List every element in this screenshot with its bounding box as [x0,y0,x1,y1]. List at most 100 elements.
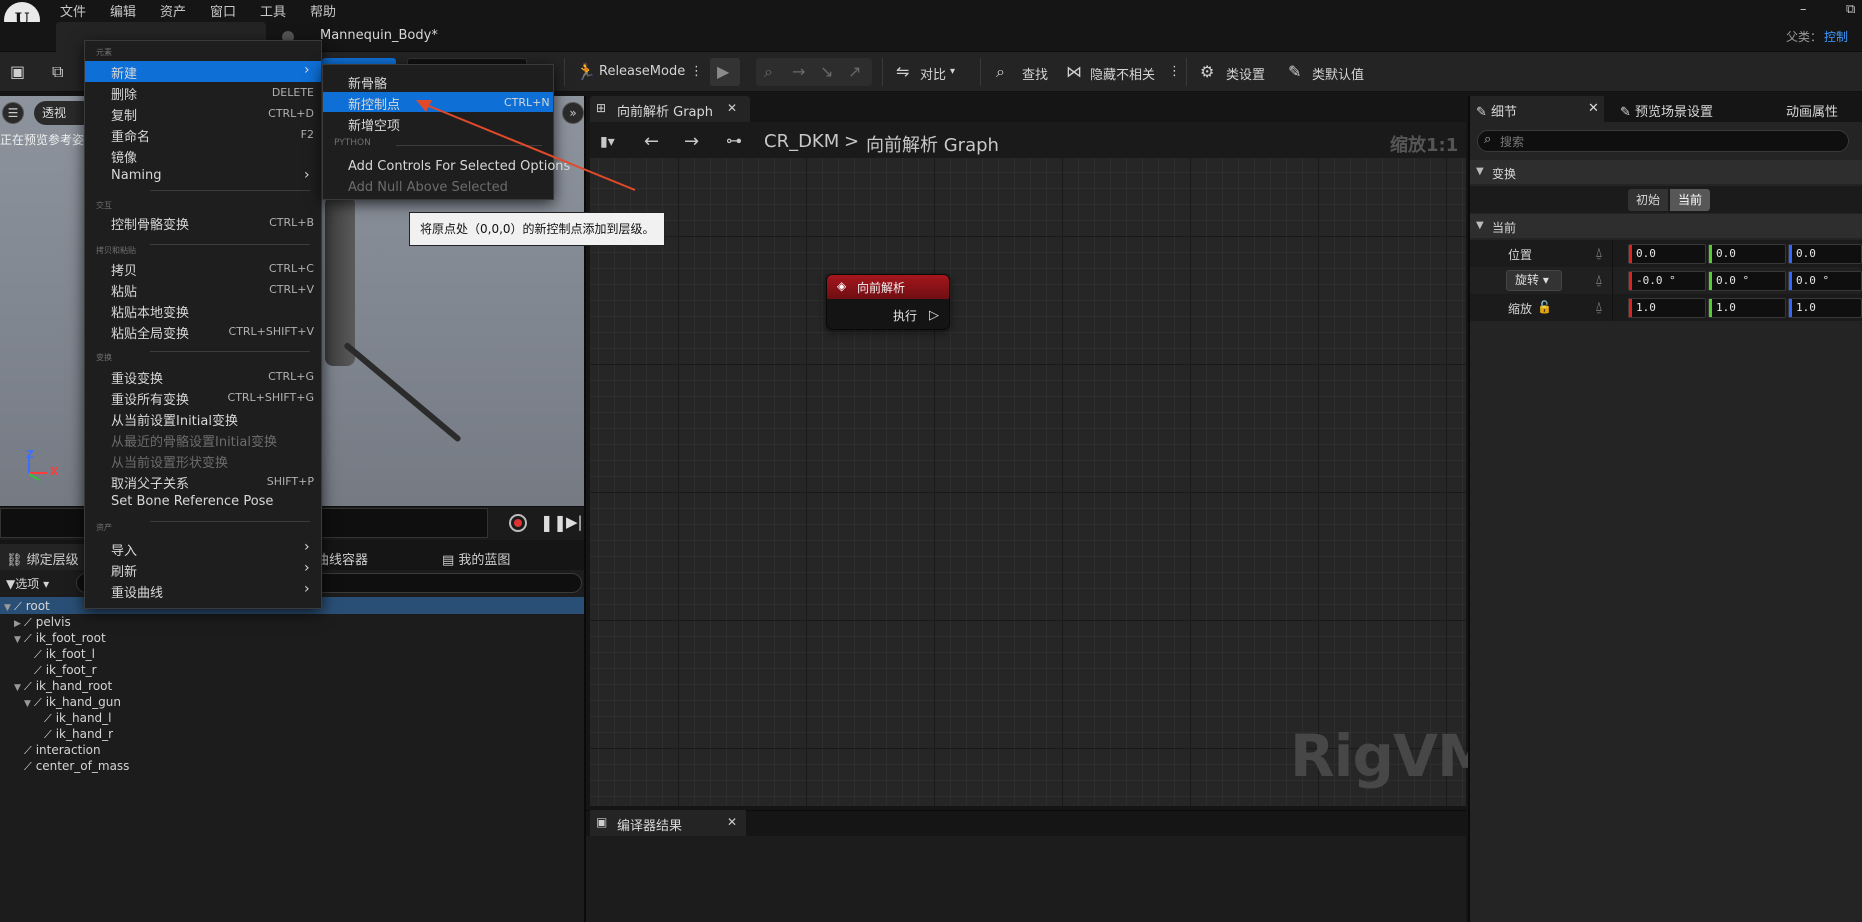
tree-item[interactable]: ⟋ ik_hand_r [34,727,113,742]
back-arrow-icon[interactable]: ← [644,131,659,152]
tree-item[interactable]: ▶ ⟋ pelvis [14,615,71,630]
context-menu-item[interactable]: 重设曲线 [111,582,163,601]
rotation-x-field[interactable]: -0.0 ° [1628,271,1706,291]
submenu-item-new-control[interactable]: 新控制点 [348,94,400,113]
breadcrumb-root[interactable]: CR_DKM [764,131,839,152]
tab-rig-hierarchy[interactable]: ⛓ 绑定层级 [6,549,79,568]
category-current[interactable] [1470,214,1862,238]
compiler-results-label[interactable]: 编译器结果 [617,815,682,834]
scale-z-field[interactable]: 1.0 [1788,298,1862,318]
tree-item[interactable]: ▼ ⟋ ik_foot_root [14,631,106,646]
step-into-icon[interactable]: ⌕ [764,62,773,82]
category-transform[interactable] [1470,160,1862,184]
context-menu-item[interactable]: 导入 [111,540,137,559]
step-over-icon[interactable]: → [792,62,805,81]
minimize-button[interactable]: – [1800,2,1807,17]
context-menu-item[interactable]: 粘贴全局变换 [111,323,189,342]
expand-panel-icon[interactable]: » [562,102,584,124]
tree-item[interactable]: ⟋ interaction [14,743,101,758]
menu-file[interactable]: 文件 [60,1,86,20]
step-forward-icon[interactable]: ▶| [566,513,583,531]
location-z-field[interactable]: 0.0 [1788,244,1862,264]
context-menu-item[interactable]: 镜像 [111,147,137,166]
context-menu-item[interactable]: 删除 [111,84,137,103]
scale-y-field[interactable]: 1.0 [1708,298,1786,318]
context-menu-item[interactable]: 拷贝 [111,260,137,279]
context-menu-item[interactable]: 重设所有变换 [111,389,189,408]
release-mode-options-icon[interactable]: ⋮ [690,64,703,79]
context-menu-item[interactable]: 复制 [111,105,137,124]
chevron-down-icon[interactable]: ▾ [950,66,955,77]
compiler-close-icon[interactable]: ✕ [727,815,737,829]
release-mode-button[interactable]: ReleaseMode [599,64,685,79]
tab-details[interactable]: ✎ 细节 [1476,101,1517,120]
reset-location-icon[interactable]: ⍙ [1595,246,1603,261]
tree-item[interactable]: ⟋ ik_foot_l [24,647,95,662]
rotation-z-field[interactable]: 0.0 ° [1788,271,1862,291]
context-menu-item[interactable]: 刷新 [111,561,137,580]
pause-icon[interactable]: ❚❚ [540,513,567,532]
menu-edit[interactable]: 编辑 [110,1,136,20]
context-menu-item[interactable]: 粘贴本地变换 [111,302,189,321]
hide-unrelated-button[interactable]: 隐藏不相关 [1090,64,1155,83]
menu-tools[interactable]: 工具 [260,1,286,20]
context-menu-item[interactable]: Set Bone Reference Pose [111,494,273,509]
hide-unrelated-options-icon[interactable]: ⋮ [1168,64,1181,79]
restore-button[interactable]: ⧉ [1846,2,1855,17]
menu-assets[interactable]: 资产 [160,1,186,20]
context-menu-item[interactable]: 重设变换 [111,368,163,387]
submenu-item-new-null[interactable]: 新增空项 [348,115,400,134]
tab-preview-scene-settings[interactable]: ✎ 预览场景设置 [1620,101,1713,120]
rotation-y-field[interactable]: 0.0 ° [1708,271,1786,291]
context-menu-item[interactable]: Naming [111,168,161,183]
class-settings-button[interactable]: 类设置 [1226,64,1265,83]
save-icon[interactable]: ▣ [10,62,25,81]
context-menu-item[interactable]: 控制骨骼变换 [111,214,189,233]
tree-item[interactable]: ▼ ⟋ ik_hand_gun [24,695,121,710]
unlock-icon[interactable]: 🔓 [1537,300,1552,314]
exec-pin-icon[interactable]: ▷ [929,308,939,323]
find-button[interactable]: 查找 [1022,64,1048,83]
menu-window[interactable]: 窗口 [210,1,236,20]
caret-right-icon[interactable]: ▶ [14,619,24,629]
reset-scale-icon[interactable]: ⍙ [1595,300,1603,315]
step-down-icon[interactable]: ↘ [820,62,833,81]
location-x-field[interactable]: 0.0 [1628,244,1706,264]
caret-down-icon[interactable]: ▼ [24,699,34,709]
reset-rotation-icon[interactable]: ⍙ [1595,273,1603,288]
initial-toggle[interactable]: 初始 [1628,189,1669,211]
tree-item[interactable]: ⟋ ik_hand_l [34,711,112,726]
forward-arrow-icon[interactable]: → [684,131,699,152]
menu-help[interactable]: 帮助 [310,1,336,20]
context-menu-item[interactable]: 取消父子关系 [111,473,189,492]
tree-item[interactable]: ⟋ ik_foot_r [24,663,97,678]
context-menu-item[interactable]: 粘贴 [111,281,137,300]
location-y-field[interactable]: 0.0 [1708,244,1786,264]
rotation-dropdown[interactable]: 旋转 ▾ [1506,270,1562,291]
hierarchy-options-button[interactable]: ▼选项 ▾ [6,575,49,592]
submenu-item-new-bone[interactable]: 新骨骼 [348,73,387,92]
tree-item[interactable]: ▼ ⟋ root [4,599,50,614]
breadcrumb-graph[interactable]: 向前解析 Graph [866,131,999,157]
graph-canvas[interactable] [590,158,1466,806]
compare-button[interactable]: 对比 [920,64,946,83]
bookmark-icon[interactable]: ▮▾ [600,134,615,150]
document-tab-title[interactable]: Mannequin_Body* [320,28,438,43]
details-tab-close-icon[interactable]: ✕ [1588,101,1599,116]
caret-down-icon[interactable]: ▼ [14,635,24,645]
caret-down-icon[interactable]: ▼ [1476,220,1484,231]
viewport-menu-icon[interactable]: ☰ [2,102,24,124]
step-out-icon[interactable]: ↗ [848,62,861,81]
tab-curve-container[interactable]: 曲线容器 [316,549,368,568]
details-search-input[interactable] [1477,130,1849,152]
tree-item[interactable]: ⟋ center_of_mass [14,759,129,774]
forward-solve-node[interactable]: ◈ 向前解析 执行 ▷ [826,274,950,330]
browse-icon[interactable]: ⧉ [52,62,63,82]
current-toggle[interactable]: 当前 [1670,189,1711,211]
graph-tab-close-icon[interactable]: ✕ [727,101,737,115]
caret-down-icon[interactable]: ▼ [1476,166,1484,177]
parent-class-link[interactable]: 控制 [1824,28,1862,45]
tree-item[interactable]: ▼ ⟋ ik_hand_root [14,679,112,694]
class-defaults-button[interactable]: 类默认值 [1312,64,1364,83]
context-menu-item[interactable]: 从当前设置Initial变换 [111,410,238,429]
